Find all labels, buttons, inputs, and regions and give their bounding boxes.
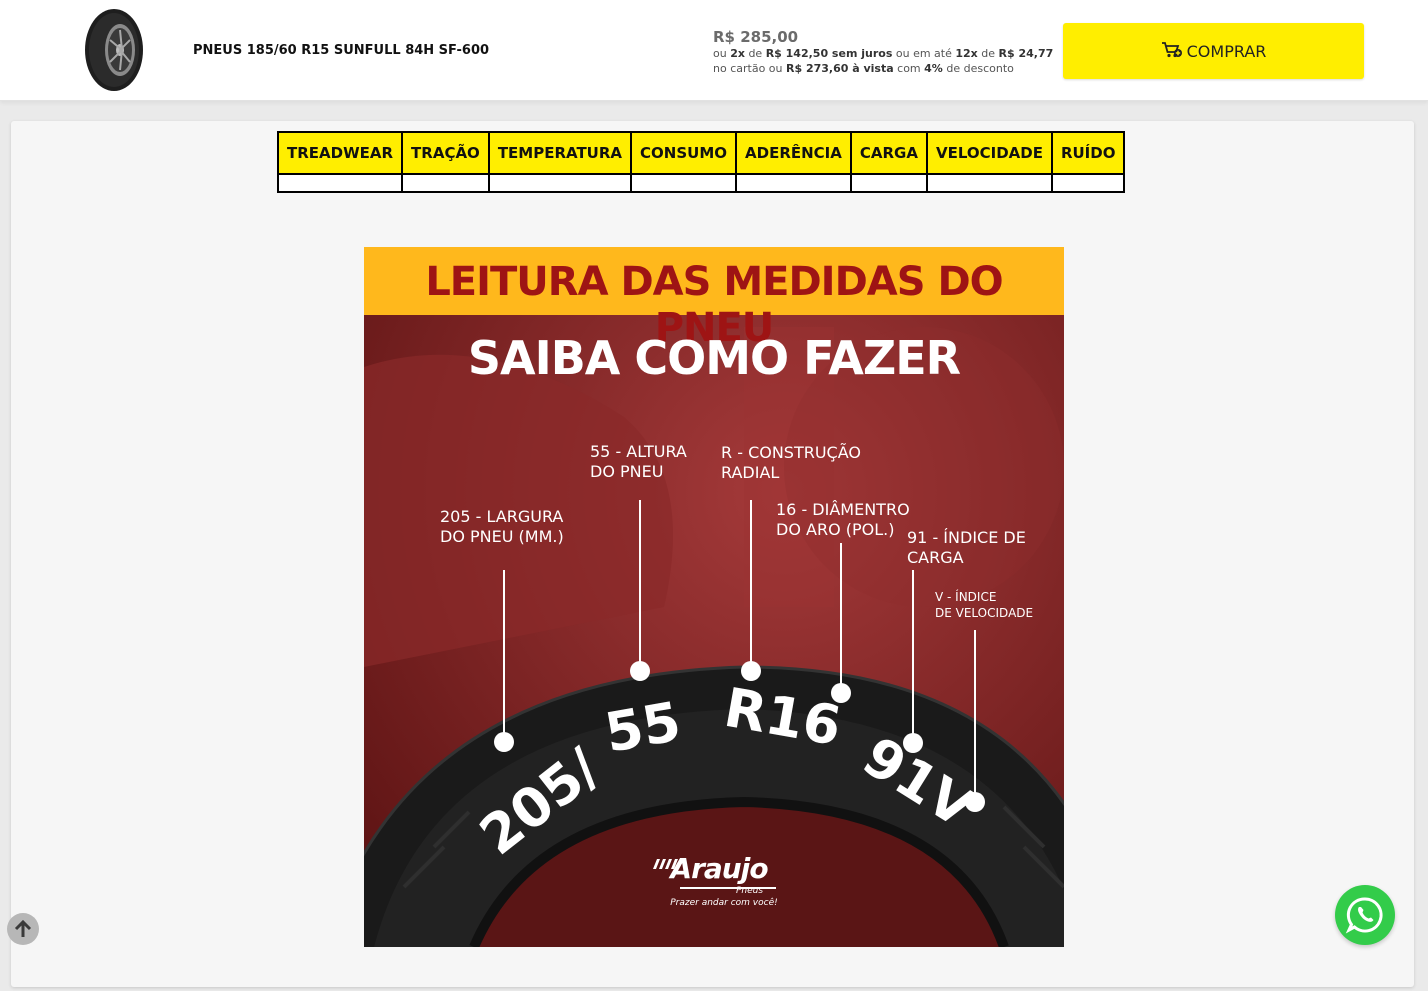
tire-text-55: 55 <box>600 690 685 765</box>
cell-temperatura <box>487 173 633 193</box>
cell-tracao <box>401 173 490 193</box>
installments-line: ou 2x de R$ 142,50 sem juros ou em até 1… <box>713 47 1054 60</box>
arrow-up-icon <box>14 919 32 937</box>
tire-product-icon <box>82 6 146 94</box>
label-height: 55 - ALTURA DO PNEU <box>590 442 687 481</box>
banner-subtitle: SAIBA COMO FAZER <box>467 331 961 385</box>
label-diameter: 16 - DIÂMENTRO DO ARO (POL.) <box>776 500 910 539</box>
tire-size-guide-banner: 205/ 55 R16 91V LEITURA DAS MEDIDAS DO P… <box>364 247 1064 947</box>
product-top-bar: PNEUS 185/60 R15 SUNFULL 84H SF-600 R$ 2… <box>0 0 1428 101</box>
cell-treadwear <box>276 173 404 193</box>
header-aderencia: ADERÊNCIA <box>735 131 852 175</box>
label-load: 91 - ÍNDICE DE CARGA <box>907 528 1026 567</box>
header-treadwear: TREADWEAR <box>276 131 404 175</box>
whatsapp-icon <box>1345 897 1383 934</box>
header-carga: CARGA <box>849 131 928 175</box>
header-consumo: CONSUMO <box>630 131 738 175</box>
product-name: PNEUS 185/60 R15 SUNFULL 84H SF-600 <box>193 43 490 58</box>
tire-ratings-table: TREADWEAR TRAÇÃO TEMPERATURA CONSUMO ADE… <box>276 131 1126 193</box>
table-row <box>276 173 1126 193</box>
label-width: 205 - LARGURA DO PNEU (MM.) <box>440 507 564 546</box>
cell-aderencia <box>735 173 852 193</box>
brand-logo: Araujo Pneus Prazer andar com você! <box>670 852 778 908</box>
table-header-row: TREADWEAR TRAÇÃO TEMPERATURA CONSUMO ADE… <box>276 131 1126 175</box>
header-tracao: TRAÇÃO <box>401 131 490 175</box>
cell-ruido <box>1050 173 1126 193</box>
price-main: R$ 285,00 <box>713 28 799 46</box>
cell-velocidade <box>925 173 1053 193</box>
label-construction: R - CONSTRUÇÃO RADIAL <box>721 443 861 482</box>
scroll-top-button[interactable] <box>7 913 39 945</box>
header-ruido: RUÍDO <box>1050 131 1126 175</box>
buy-button-label: COMPRAR <box>1186 41 1267 61</box>
header-velocidade: VELOCIDADE <box>925 131 1053 175</box>
header-temperatura: TEMPERATURA <box>487 131 633 175</box>
whatsapp-button[interactable] <box>1335 885 1395 945</box>
banner-title-bar: LEITURA DAS MEDIDAS DO PNEU <box>364 247 1064 351</box>
cell-consumo <box>630 173 738 193</box>
cash-discount-line: no cartão ou R$ 273,60 à vista com 4% de… <box>713 62 1014 75</box>
cell-carga <box>849 173 928 193</box>
cart-add-icon <box>1161 41 1183 62</box>
price-block: R$ 285,00 ou 2x de R$ 142,50 sem juros o… <box>713 28 1053 76</box>
label-speed: V - ÍNDICE DE VELOCIDADE <box>935 590 1034 620</box>
buy-button[interactable]: COMPRAR <box>1063 23 1364 79</box>
